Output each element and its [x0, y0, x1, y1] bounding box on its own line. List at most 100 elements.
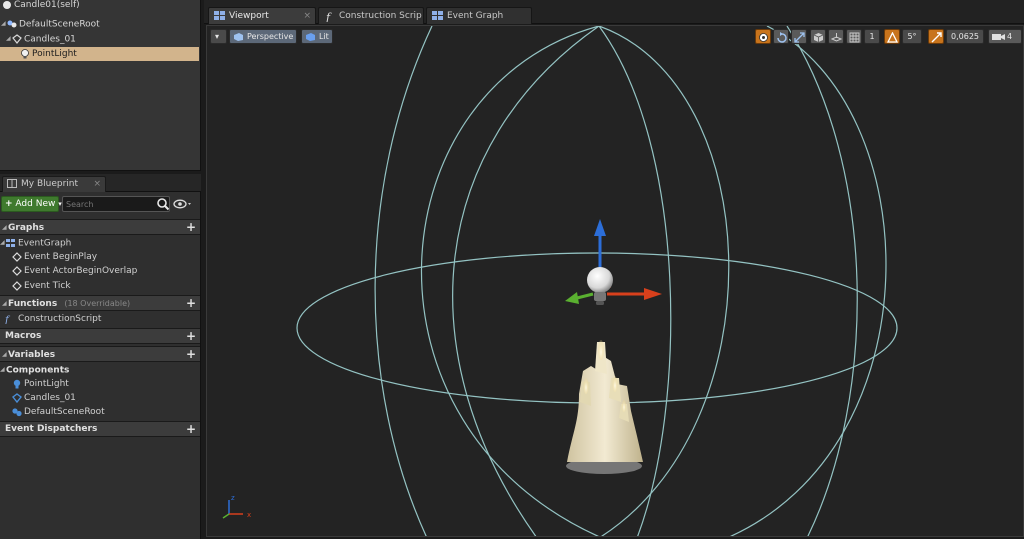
category-title: Components	[6, 365, 70, 376]
item-label: Event BeginPlay	[24, 252, 98, 262]
section-title: Graphs	[8, 223, 45, 233]
tab-label: My Blueprint	[21, 179, 79, 189]
viewport-icon	[214, 11, 225, 21]
tab-label: Viewport	[229, 11, 269, 21]
section-title: Event Dispatchers	[5, 424, 98, 434]
snap-value-label: 5°	[907, 32, 917, 41]
tab-my-blueprint[interactable]: My Blueprint ×	[2, 176, 106, 192]
chevron-down-icon: ▾	[215, 32, 220, 41]
tab-event-graph[interactable]: Event Graph	[426, 7, 532, 24]
scale-mode-button[interactable]	[791, 29, 807, 44]
add-macro-icon[interactable]: +	[186, 329, 196, 344]
axis-indicator: x z	[222, 494, 251, 519]
close-icon[interactable]: ×	[93, 177, 101, 192]
search-input[interactable]	[62, 196, 170, 212]
point-light-sprite[interactable]	[587, 267, 613, 305]
component-label: Candle01(self)	[14, 0, 80, 10]
scene-root-icon	[7, 19, 17, 29]
button-label: Perspective	[247, 32, 294, 41]
item-label: DefaultSceneRoot	[24, 407, 105, 417]
function-icon: f	[4, 314, 16, 326]
svg-text:f: f	[325, 11, 332, 22]
category-components[interactable]: ◢Components	[0, 363, 69, 377]
component-item-default-scene-root[interactable]: ◢ DefaultSceneRoot	[0, 17, 199, 31]
graph-item-event-graph[interactable]: ◢ EventGraph	[0, 236, 71, 250]
component-label: DefaultSceneRoot	[19, 19, 100, 30]
item-label: EventGraph	[18, 238, 72, 249]
scene-component-icon	[12, 407, 22, 417]
item-label: Event ActorBeginOverlap	[24, 266, 138, 276]
add-variable-icon[interactable]: +	[186, 347, 196, 362]
section-graphs[interactable]: ◢Graphs +	[0, 219, 200, 235]
my-blueprint-tab-bar: My Blueprint ×	[0, 174, 201, 192]
graph-item-begin-overlap[interactable]: Event ActorBeginOverlap	[12, 264, 137, 278]
graph-item-tick[interactable]: Event Tick	[12, 279, 71, 293]
scale-snap-toggle[interactable]	[928, 29, 944, 44]
surface-snapping-button[interactable]	[828, 29, 844, 44]
camera-speed-button[interactable]: 4	[988, 29, 1022, 44]
section-variables[interactable]: ◢Variables +	[0, 346, 200, 362]
item-label: Event Tick	[24, 281, 71, 291]
rotate-icon	[776, 32, 787, 43]
tab-construction-script[interactable]: f Construction Scrip	[318, 7, 424, 24]
view-mode-lit-button[interactable]: Lit	[301, 29, 333, 44]
candles-mesh[interactable]	[566, 340, 643, 474]
tab-viewport[interactable]: Viewport ×	[208, 7, 316, 24]
component-label: PointLight	[32, 49, 77, 59]
camera-speed-label: 4	[1007, 32, 1013, 41]
snap-value-label: 1	[869, 32, 875, 41]
rotation-snap-toggle[interactable]	[884, 29, 900, 44]
translate-gizmo[interactable]	[565, 219, 662, 304]
add-new-button[interactable]: + Add New ▾	[1, 196, 62, 212]
static-mesh-icon	[12, 34, 22, 44]
grid-icon	[849, 32, 860, 43]
rotation-snap-value[interactable]: 5°	[902, 29, 922, 44]
tab-label: Event Graph	[447, 11, 504, 21]
editor-tab-strip: Viewport × f Construction Scrip Event Gr…	[204, 0, 1024, 24]
section-event-dispatchers[interactable]: Event Dispatchers +	[0, 421, 200, 437]
item-label: Candles_01	[24, 393, 76, 403]
overridable-count: (18 Overridable)	[64, 299, 131, 308]
scale-snap-value[interactable]: 0,0625	[946, 29, 984, 44]
add-graph-icon[interactable]: +	[186, 220, 196, 235]
perspective-cube-icon	[233, 32, 244, 42]
function-item-construction-script[interactable]: f ConstructionScript	[4, 312, 101, 326]
grid-snap-toggle[interactable]	[846, 29, 862, 44]
component-item-candles[interactable]: ◢ Candles_01	[0, 32, 199, 46]
button-label: Lit	[319, 32, 329, 41]
plus-icon: +	[5, 199, 13, 209]
variable-item-scene-root[interactable]: DefaultSceneRoot	[12, 405, 105, 419]
graph-item-begin-play[interactable]: Event BeginPlay	[12, 250, 97, 264]
add-function-icon[interactable]: +	[186, 296, 196, 311]
section-functions[interactable]: ◢Functions (18 Overridable) +	[0, 295, 200, 311]
add-new-label: Add New	[15, 199, 56, 209]
mesh-component-icon	[12, 392, 22, 403]
variable-item-candles[interactable]: Candles_01	[12, 391, 76, 405]
viewport-options-button[interactable]: ▾	[210, 29, 227, 44]
section-macros[interactable]: Macros +	[0, 328, 200, 344]
add-event-dispatcher-icon[interactable]: +	[186, 422, 196, 437]
tab-label: Construction Scrip	[339, 11, 422, 21]
coordinate-space-button[interactable]	[810, 29, 826, 44]
item-label: ConstructionScript	[18, 314, 102, 324]
perspective-button[interactable]: Perspective	[229, 29, 297, 44]
event-graph-icon	[6, 238, 16, 248]
viewport[interactable]: x z ▾ Perspective Lit 1 5° 0,0625 4	[206, 25, 1024, 537]
component-label: Candles_01	[24, 34, 76, 45]
component-item-point-light[interactable]: PointLight	[0, 47, 199, 61]
translate-mode-button[interactable]	[755, 29, 771, 44]
search-icon[interactable]	[156, 197, 170, 211]
book-icon	[7, 179, 17, 188]
move-icon	[758, 32, 769, 42]
event-diamond-icon	[12, 280, 22, 291]
viewport-scene[interactable]: x z	[207, 26, 1024, 537]
camera-icon	[992, 32, 1005, 42]
rotate-mode-button[interactable]	[773, 29, 789, 44]
variable-item-point-light[interactable]: PointLight	[12, 377, 69, 391]
lit-sphere-icon	[305, 32, 316, 42]
grid-snap-value[interactable]: 1	[864, 29, 880, 44]
component-item-self[interactable]: Candle01(self)	[0, 0, 199, 12]
scale-icon	[794, 32, 805, 43]
close-icon[interactable]: ×	[303, 8, 311, 24]
view-options-eye-icon[interactable]	[172, 197, 194, 211]
